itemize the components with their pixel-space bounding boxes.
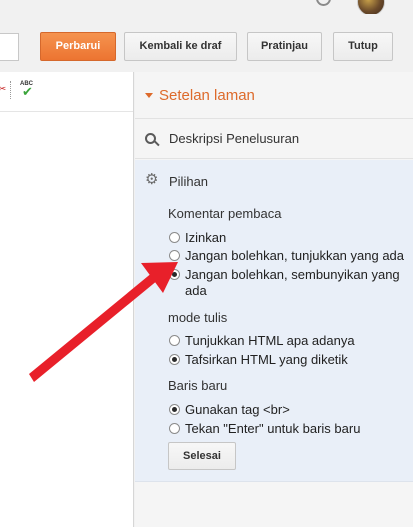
radio-label: Gunakan tag <br> (185, 402, 290, 417)
top-bar (0, 0, 413, 16)
editor-toolbar: ✂ ABC ✔ (0, 72, 133, 112)
radio-button[interactable] (169, 232, 180, 243)
radio-button[interactable] (169, 423, 180, 434)
spellcheck-icon[interactable]: ABC ✔ (20, 81, 36, 99)
publish-button[interactable]: Perbarui (40, 32, 116, 61)
close-button[interactable]: Tutup (333, 32, 393, 61)
post-toolbar: Perbarui Kembali ke draf Pratinjau Tutup (0, 14, 413, 72)
search-description-row[interactable]: Deskripsi Penelusuran (135, 119, 413, 159)
help-icon[interactable] (316, 0, 331, 6)
radio-button-selected[interactable] (169, 354, 180, 365)
radio-label: Tafsirkan HTML yang diketik (185, 352, 348, 367)
editor-area[interactable]: ✂ ABC ✔ (0, 72, 134, 527)
caret-down-icon[interactable] (145, 93, 153, 98)
reader-comments-label: Komentar pembaca (168, 206, 282, 221)
radio-button-selected[interactable] (169, 404, 180, 415)
check-mark-icon: ✔ (22, 84, 33, 99)
title-input[interactable] (0, 33, 19, 61)
page: Perbarui Kembali ke draf Pratinjau Tutup… (0, 0, 413, 527)
options-section: ⚙ Pilihan Komentar pembaca Izinkan Janga… (135, 160, 413, 482)
preview-button[interactable]: Pratinjau (247, 32, 322, 61)
gear-icon: ⚙ (145, 171, 159, 188)
page-settings-panel: Setelan laman Deskripsi Penelusuran ⚙ Pi… (135, 72, 413, 527)
radio-label: Tunjukkan HTML apa adanya (185, 333, 355, 348)
radio-label: Tekan "Enter" untuk baris baru (185, 421, 361, 436)
done-button[interactable]: Selesai (168, 442, 236, 470)
compose-mode-label: mode tulis (168, 310, 228, 325)
radio-label: Izinkan (185, 230, 227, 245)
radio-button-selected[interactable] (169, 269, 180, 280)
search-icon (145, 133, 160, 147)
radio-button[interactable] (169, 335, 180, 346)
revert-to-draft-button[interactable]: Kembali ke draf (124, 32, 237, 61)
panel-header[interactable]: Setelan laman (135, 72, 413, 119)
radio-label: Jangan bolehkan, sembunyikan yang ada (185, 267, 400, 298)
panel-title: Setelan laman (159, 87, 255, 104)
toolbar-divider (10, 81, 12, 99)
options-title[interactable]: Pilihan (169, 174, 208, 189)
radio-button[interactable] (169, 250, 180, 261)
scissors-icon[interactable]: ✂ (0, 84, 6, 96)
radio-label: Jangan bolehkan, tunjukkan yang ada (185, 248, 405, 263)
line-breaks-label: Baris baru (168, 378, 228, 393)
search-description-label: Deskripsi Penelusuran (169, 131, 300, 146)
